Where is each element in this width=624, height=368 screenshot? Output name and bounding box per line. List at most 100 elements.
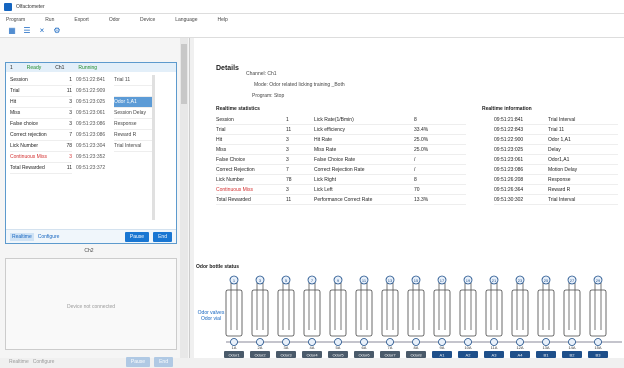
- card-events: Trial 11 Odor 1,A1 Session Delay Response Re…: [114, 75, 152, 152]
- odor-tag-label: Odor5: [332, 353, 344, 358]
- odor-tag-label: Odor1: [228, 353, 240, 358]
- odor-bottle: [537, 289, 555, 337]
- app-icon: [4, 2, 12, 11]
- info-cell: Delay: [548, 146, 561, 153]
- channel-label: Channel:: [246, 71, 267, 77]
- stats-cell: 1: [286, 116, 289, 123]
- stat-label: False choice: [10, 121, 39, 127]
- info-cell: 09:51:26:208: [494, 176, 524, 183]
- stat-row: Continuous Miss 3: [10, 152, 72, 163]
- menu-help[interactable]: Help: [218, 17, 228, 23]
- channel-label-ch2: Ch2: [84, 248, 94, 254]
- stat-row: Total Rewarded 11: [10, 163, 72, 174]
- menu-bar: Program Run Export Odor Device Language …: [0, 14, 624, 25]
- odor-bottle: [251, 289, 269, 337]
- menu-run[interactable]: Run: [45, 17, 54, 23]
- toolbar: ▦ ☰ × ⚙: [0, 25, 624, 38]
- channel-card-ch1[interactable]: 1 Ready Ch1 Running Session 1 Trial 11 Hit 3 M…: [5, 62, 177, 244]
- gear-icon[interactable]: ⚙: [53, 27, 61, 35]
- stats-cell: 8: [414, 116, 417, 123]
- odor-tag-label: Odor8: [410, 353, 422, 358]
- menu-export[interactable]: Export: [74, 17, 88, 23]
- info-cell: 09:51:22:843: [494, 126, 524, 133]
- event-item[interactable]: [114, 86, 152, 97]
- tab-configure[interactable]: Configure: [38, 234, 60, 240]
- event-item[interactable]: Trial 11: [114, 75, 152, 86]
- mode-label: Mode:: [254, 82, 268, 88]
- tab-realtime[interactable]: Realtime: [10, 232, 34, 241]
- stats-cell: Correct Rejection: [216, 166, 255, 173]
- info-row: 09:51:21:841 Trial Interval: [494, 115, 618, 125]
- tab-configure-ch2[interactable]: Configure: [33, 359, 55, 365]
- event-item[interactable]: Response: [114, 119, 152, 130]
- mode-line: Mode: Odor related licking training _Bot…: [254, 82, 345, 88]
- info-cell: 09:51:23:086: [494, 166, 524, 173]
- stats-row: Total Rewarded 11 Performance Correct Rate…: [216, 195, 466, 205]
- stats-row: Session 1 Lick Rate(1/Bmin) 8: [216, 115, 466, 125]
- valve-bottom-label: 15A: [594, 345, 601, 350]
- valve-top-label: 21: [492, 278, 497, 283]
- scrollbar-thumb[interactable]: [181, 44, 187, 104]
- event-time: 09:51:22:909: [76, 88, 106, 94]
- pause-button-ch2[interactable]: Pause: [125, 357, 151, 367]
- stat-value: 3: [69, 121, 72, 127]
- valve-bottom-label: 4A: [310, 345, 315, 350]
- event-item[interactable]: Odor 1,A1: [114, 97, 152, 108]
- close-icon[interactable]: ×: [38, 27, 46, 35]
- card-scrollbar[interactable]: [152, 75, 155, 220]
- stat-label: Trial: [10, 88, 20, 94]
- stat-value: 11: [66, 165, 72, 171]
- stats-cell: Hit: [216, 136, 223, 143]
- channel-card-ch2[interactable]: Device not connected: [5, 258, 177, 350]
- event-item[interactable]: Session Delay: [114, 108, 152, 119]
- end-button-ch2[interactable]: End: [154, 357, 173, 367]
- channel-line: Channel: Ch1: [246, 71, 277, 77]
- stats-cell: /: [414, 166, 416, 173]
- valve-bottom-label: 3A: [284, 345, 289, 350]
- event-time: 09:51:23:025: [76, 99, 106, 105]
- info-cell: Odor1,A1: [548, 156, 570, 163]
- event-item[interactable]: Reward R: [114, 130, 152, 141]
- stats-row: Continuous Miss 3 Lick Left 70: [216, 185, 466, 195]
- info-cell: Trial 11: [548, 126, 565, 133]
- channel-value: Ch1: [267, 71, 277, 77]
- info-cell: 09:51:23:061: [494, 156, 524, 163]
- stat-row: Lick Number 78: [10, 141, 72, 152]
- menu-odor[interactable]: Odor: [109, 17, 120, 23]
- menu-program[interactable]: Program: [6, 17, 25, 23]
- card-status: Ready: [26, 64, 42, 71]
- info-row: 09:51:22:900 Odor 1,A1: [494, 135, 618, 145]
- stat-value: 78: [66, 143, 72, 149]
- stats-cell: 11: [286, 126, 292, 133]
- stat-label: Lick Number: [10, 143, 39, 149]
- pause-button[interactable]: Pause: [124, 231, 150, 242]
- info-cell: Reward R: [548, 186, 571, 193]
- event-time: 09:51:22:841: [76, 77, 106, 83]
- stats-row: Miss 3 Miss Rate 25.0%: [216, 145, 466, 155]
- menu-language[interactable]: Language: [175, 17, 197, 23]
- stats-cell: Miss Rate: [314, 146, 337, 153]
- left-scrollbar[interactable]: [180, 38, 188, 358]
- stats-row: Trial 11 Lick efficiency 33.4%: [216, 125, 466, 135]
- odor-valves-label: Odor valves Odor vial: [197, 310, 225, 322]
- list-icon[interactable]: ☰: [23, 27, 31, 35]
- grid-icon[interactable]: ▦: [8, 27, 16, 35]
- odor-bottle-diagram: 11AOdor132AOdor253AOdor374AOdor495AOdor5…: [224, 275, 622, 358]
- stat-value: 3: [69, 154, 72, 160]
- tab-realtime-ch2[interactable]: Realtime: [9, 359, 29, 365]
- stat-label: Session: [10, 77, 28, 83]
- stat-label: Continuous Miss: [10, 154, 47, 160]
- valve-bottom-label: 8A: [414, 345, 419, 350]
- program-label: Program:: [252, 93, 273, 99]
- realtime-information-title: Realtime information: [482, 106, 532, 112]
- menu-device[interactable]: Device: [140, 17, 155, 23]
- odor-valves-panel: Odor valves Odor vial 1 1A Odor1 3 2A Odor2 5 3…: [196, 272, 624, 358]
- odor-tag-label: A4: [518, 353, 524, 358]
- stats-cell: 8: [414, 176, 417, 183]
- valve-top-label: 23: [518, 278, 523, 283]
- end-button[interactable]: End: [153, 231, 172, 242]
- valve-bottom-label: 7A: [388, 345, 393, 350]
- info-row: 09:51:26:364 Reward R: [494, 185, 618, 195]
- stats-cell: Lick Number: [216, 176, 245, 183]
- event-item[interactable]: Trial Interval: [114, 141, 152, 152]
